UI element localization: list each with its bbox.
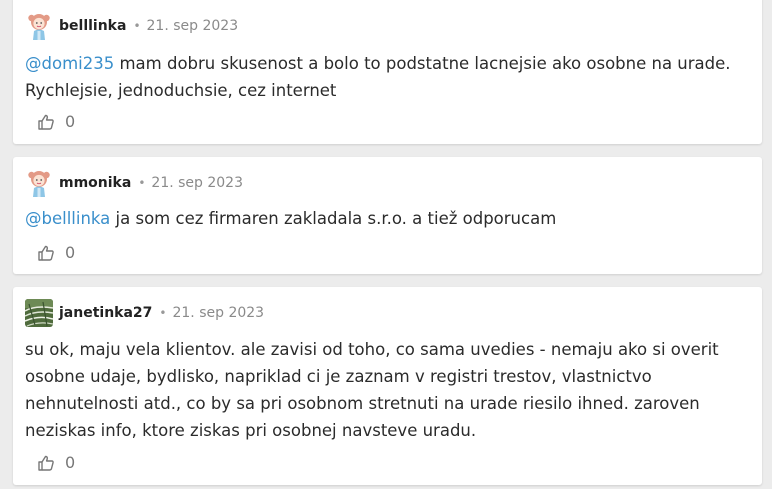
- comment-card: mmonika • 21. sep 2023 @belllinka ja som…: [13, 157, 762, 274]
- thumbs-up-icon[interactable]: [37, 454, 55, 472]
- user-mention-link[interactable]: @domi235: [25, 54, 114, 73]
- meta-separator: •: [138, 176, 146, 190]
- comment-text: su ok, maju vela klientov. ale zavisi od…: [25, 340, 719, 440]
- meta-separator: •: [159, 306, 167, 320]
- like-control: 0: [37, 453, 75, 472]
- comment-text: ja som cez firmaren zakladala s.r.o. a t…: [110, 209, 557, 228]
- thumbs-up-icon[interactable]: [37, 113, 55, 131]
- comment-body: @belllinka ja som cez firmaren zakladala…: [25, 206, 748, 233]
- comment-card: belllinka • 21. sep 2023 @domi235 mam do…: [13, 0, 762, 144]
- comment-date: 21. sep 2023: [146, 18, 239, 34]
- comment-date: 21. sep 2023: [151, 175, 243, 191]
- girl-avatar-icon[interactable]: [25, 12, 53, 40]
- like-count: 0: [65, 453, 76, 472]
- comment-header: janetinka27 • 21. sep 2023: [25, 298, 264, 328]
- comment-card: janetinka27 • 21. sep 2023 su ok, maju v…: [13, 287, 762, 485]
- like-count: 0: [65, 243, 76, 262]
- comment-text: mam dobru skusenost a bolo to podstatne …: [25, 54, 731, 100]
- girl-avatar-icon[interactable]: [25, 169, 53, 197]
- comment-body: @domi235 mam dobru skusenost a bolo to p…: [25, 51, 748, 104]
- like-count: 0: [65, 112, 76, 131]
- like-control: 0: [37, 243, 75, 262]
- user-mention-link[interactable]: @belllinka: [25, 209, 110, 228]
- like-control: 0: [37, 112, 75, 131]
- comment-header: belllinka • 21. sep 2023: [25, 11, 238, 41]
- comment-date: 21. sep 2023: [172, 305, 265, 321]
- comment-author[interactable]: belllinka: [59, 18, 126, 34]
- comment-body: su ok, maju vela klientov. ale zavisi od…: [25, 336, 748, 444]
- comment-author[interactable]: janetinka27: [59, 305, 152, 321]
- comment-author[interactable]: mmonika: [59, 175, 131, 191]
- photo-avatar-icon[interactable]: [25, 299, 53, 327]
- comment-header: mmonika • 21. sep 2023: [25, 168, 243, 198]
- thumbs-up-icon[interactable]: [37, 244, 55, 262]
- comment-feed: belllinka • 21. sep 2023 @domi235 mam do…: [0, 0, 772, 489]
- meta-separator: •: [133, 19, 141, 33]
